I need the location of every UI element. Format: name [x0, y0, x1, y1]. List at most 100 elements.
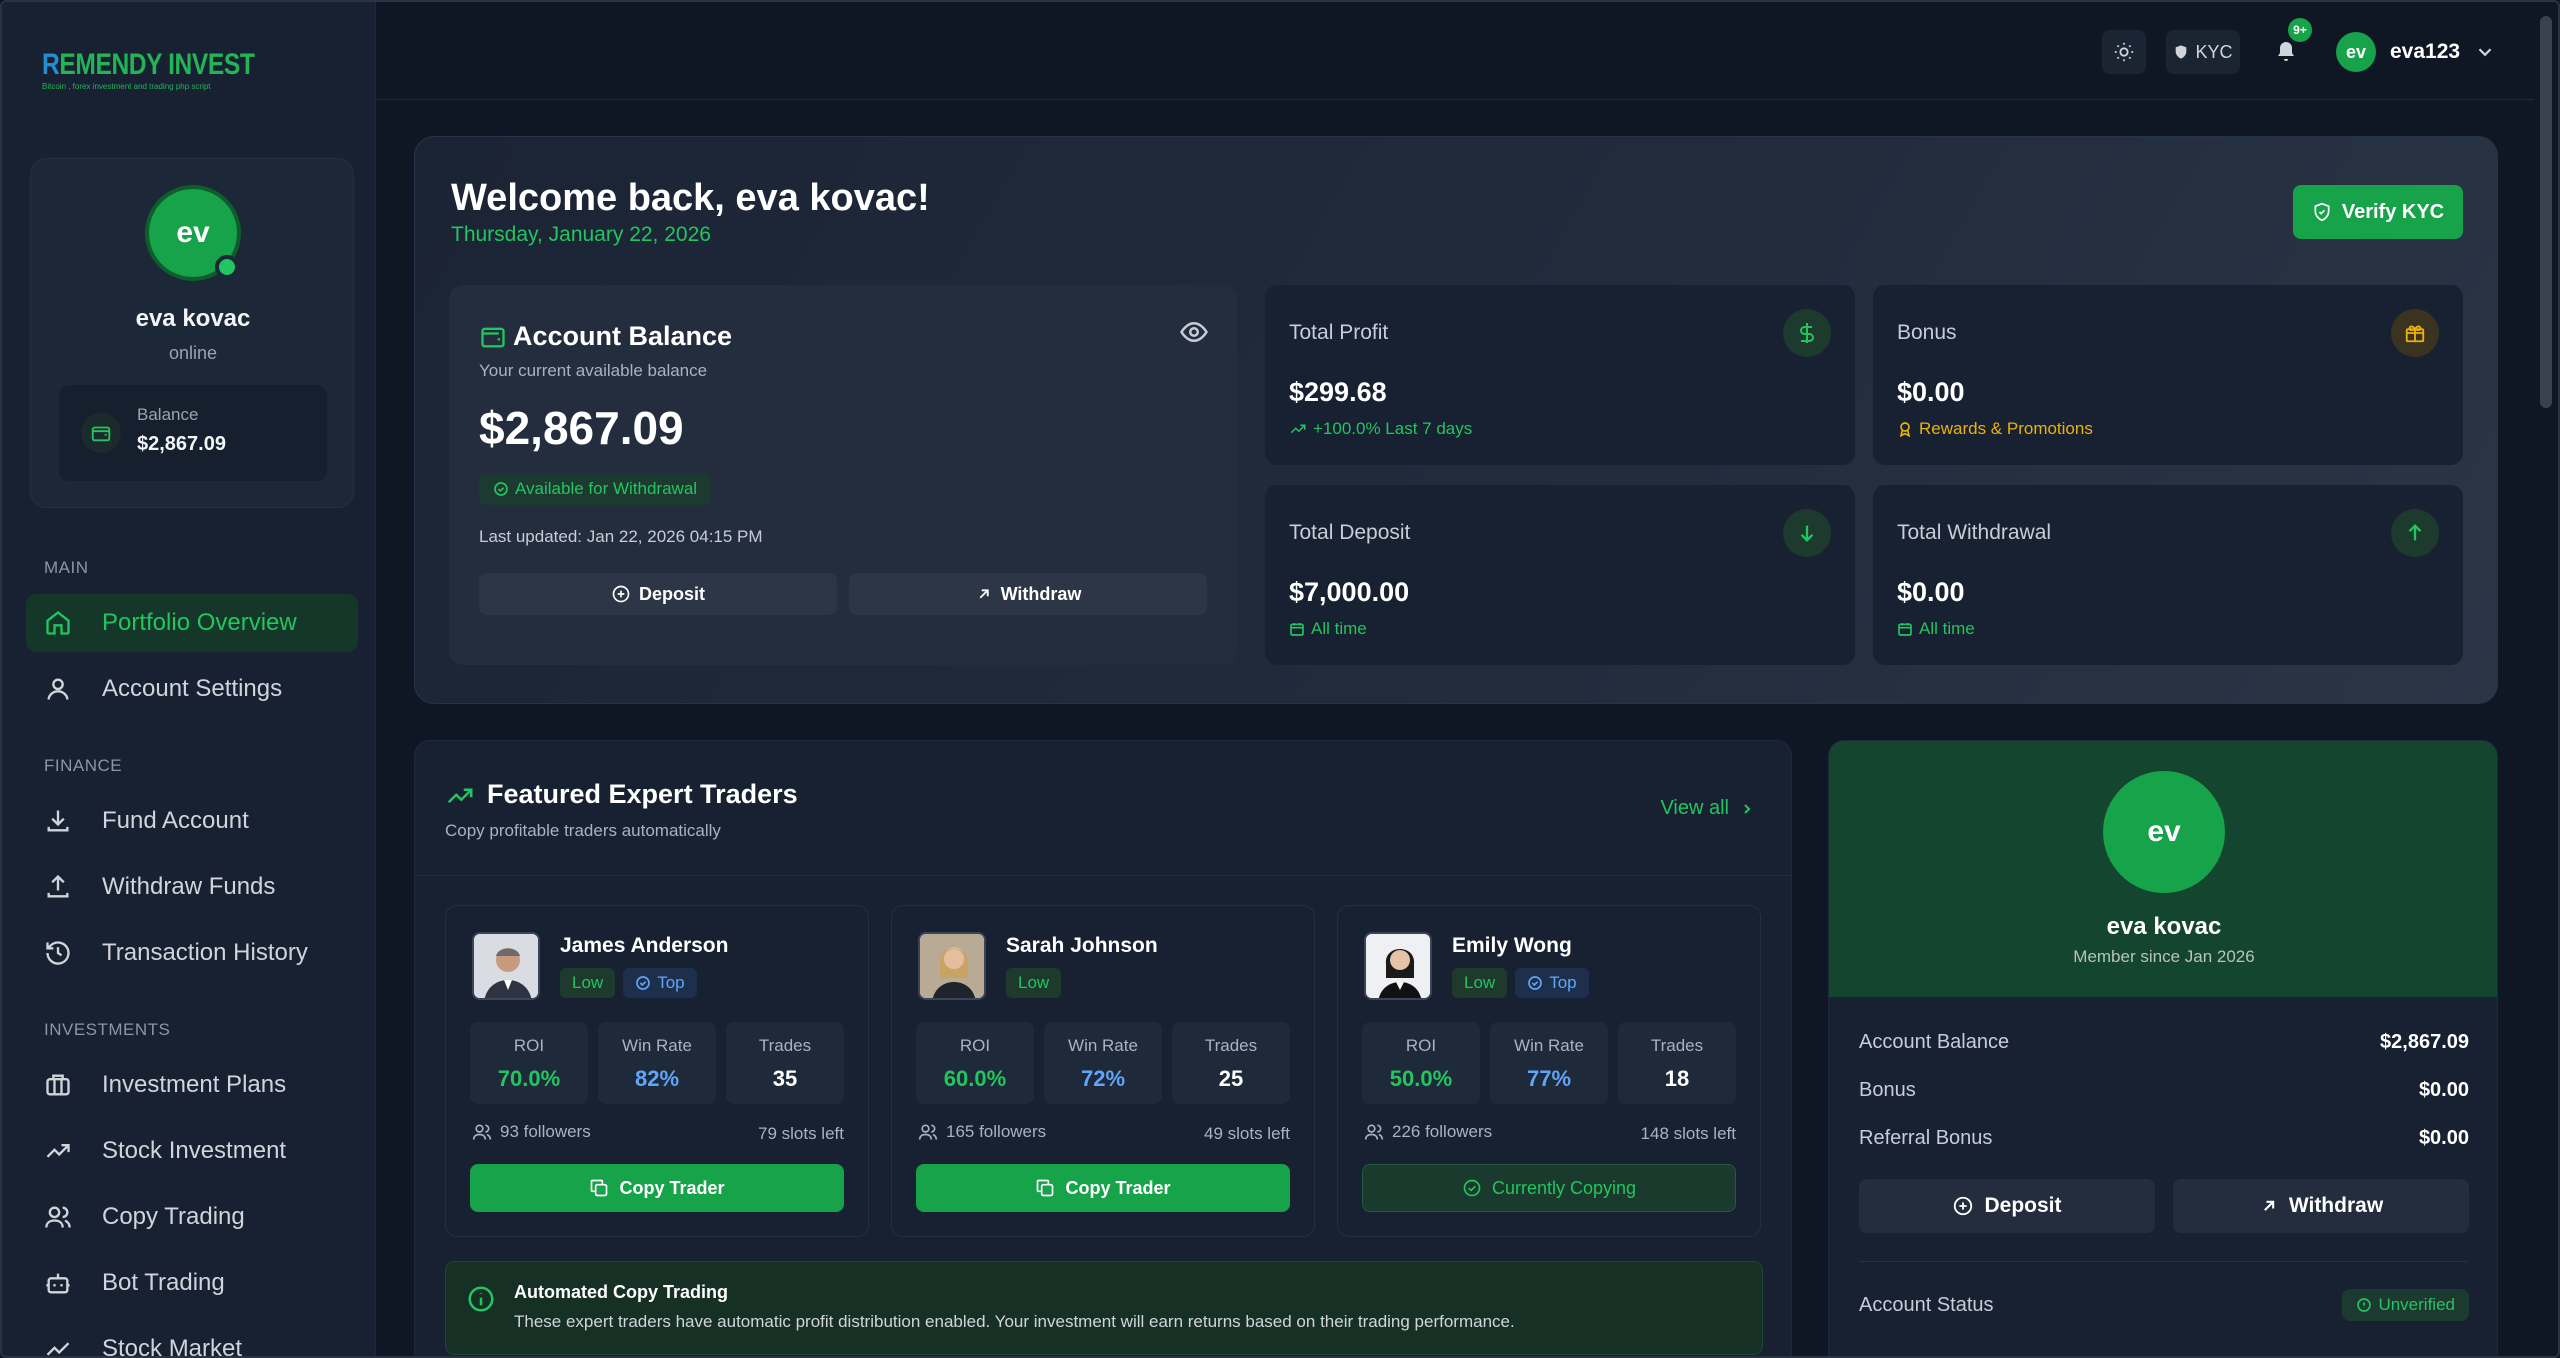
balance-value: $2,867.09: [137, 433, 226, 455]
trader-photo: [918, 932, 986, 1000]
view-all-link[interactable]: View all: [1660, 797, 1755, 820]
slots-left: 148 slots left: [1640, 1124, 1736, 1143]
deposit-label: Deposit: [1984, 1194, 2062, 1217]
copy-trader-button[interactable]: Copy Trader: [470, 1164, 844, 1212]
status-badge: Available for Withdrawal: [479, 473, 712, 505]
info-icon: [466, 1284, 496, 1314]
sidebar-item-stock-market[interactable]: Stock Market: [26, 1320, 358, 1356]
sidebar-item-copy-trading[interactable]: Copy Trading: [26, 1188, 358, 1246]
stat-sub: Rewards & Promotions: [1897, 419, 2093, 439]
user-icon: [44, 675, 80, 703]
metric-roi: ROI 70.0%: [470, 1022, 588, 1104]
stat-value: $0.00: [1897, 577, 1965, 607]
users-icon: [1364, 1124, 1384, 1140]
sidebar-item-transaction-history[interactable]: Transaction History: [26, 924, 358, 982]
stat-total-deposit: Total Deposit $7,000.00 All time: [1265, 485, 1855, 665]
copy-trader-button[interactable]: Copy Trader: [916, 1164, 1290, 1212]
trader-card: Sarah Johnson Low ROI 60.0% Win Rate 72% T…: [891, 905, 1315, 1237]
metric-value: 25: [1218, 1066, 1244, 1091]
metric-trades: Trades 18: [1618, 1022, 1736, 1104]
trader-name: James Anderson: [560, 934, 729, 957]
followers-label: 165 followers: [946, 1122, 1047, 1141]
trending-up-icon: [44, 1137, 80, 1165]
withdraw-button[interactable]: Withdraw: [2173, 1179, 2469, 1233]
trader-card: Emily Wong Low Top ROI 50.0% Win Rate 77% …: [1337, 905, 1761, 1237]
stat-label: Total Withdrawal: [1897, 521, 2052, 544]
view-all-label: View all: [1660, 797, 1729, 819]
stat-value: $0.00: [1897, 377, 1965, 407]
trader-photo: [1364, 932, 1432, 1000]
trending-up-icon: [1289, 420, 1307, 438]
sun-icon: [2113, 41, 2135, 63]
sidebar-balance: Balance $2,867.09: [59, 385, 327, 481]
account-balance-title: Account Balance: [513, 321, 733, 351]
metric-value: 60.0%: [943, 1066, 1007, 1091]
metric-value: 35: [772, 1066, 798, 1091]
shield-icon: [2173, 44, 2189, 60]
dollar-icon: [1783, 309, 1831, 357]
copy-trader-label: Copy Trader: [1065, 1177, 1171, 1198]
sidebar-item-label: Fund Account: [102, 807, 249, 834]
nav-section-main: MAIN: [44, 558, 89, 577]
upload-icon: [44, 873, 80, 901]
chevron-down-icon: [2474, 41, 2496, 63]
sidebar-item-account-settings[interactable]: Account Settings: [26, 660, 358, 718]
notification-count-badge: 9+: [2288, 18, 2312, 42]
slots-left: 79 slots left: [758, 1124, 844, 1143]
row-value: $0.00: [2418, 1127, 2469, 1149]
sidebar-item-portfolio-overview[interactable]: Portfolio Overview: [26, 594, 358, 652]
currently-copying-button[interactable]: Currently Copying: [1362, 1164, 1736, 1212]
check-circle-icon: [1463, 1179, 1481, 1197]
kyc-button[interactable]: KYC: [2166, 30, 2240, 74]
bot-icon: [44, 1269, 80, 1297]
trader-photo: [472, 932, 540, 1000]
metric-win-rate: Win Rate 77%: [1490, 1022, 1608, 1104]
row-label: Account Balance: [1859, 1031, 2010, 1053]
deposit-button[interactable]: Deposit: [479, 573, 837, 615]
status-label: Unverified: [2378, 1295, 2455, 1314]
summary-row-referral-bonus: Referral Bonus $0.00: [1859, 1127, 2469, 1150]
sidebar-item-label: Portfolio Overview: [102, 609, 297, 636]
verify-kyc-label: Verify KYC: [2341, 200, 2445, 223]
row-label: Referral Bonus: [1859, 1127, 1993, 1149]
sidebar-item-withdraw-funds[interactable]: Withdraw Funds: [26, 858, 358, 916]
account-balance-subtitle: Your current available balance: [479, 361, 708, 380]
nav-section-investments: INVESTMENTS: [44, 1020, 171, 1039]
metric-roi: ROI 60.0%: [916, 1022, 1034, 1104]
sidebar-item-label: Bot Trading: [102, 1269, 225, 1296]
profile-status: online: [168, 343, 218, 363]
metric-trades: Trades 35: [726, 1022, 844, 1104]
sidebar-item-bot-trading[interactable]: Bot Trading: [26, 1254, 358, 1312]
stat-bonus: Bonus $0.00 Rewards & Promotions: [1873, 285, 2463, 465]
user-menu[interactable]: ev eva123: [2336, 30, 2496, 74]
last-updated: Last updated: Jan 22, 2026 04:15 PM: [479, 527, 763, 546]
sidebar-item-fund-account[interactable]: Fund Account: [26, 792, 358, 850]
deposit-button[interactable]: Deposit: [1859, 1179, 2155, 1233]
metric-value: 50.0%: [1389, 1066, 1453, 1091]
sidebar-item-investment-plans[interactable]: Investment Plans: [26, 1056, 358, 1114]
arrow-down-icon: [1783, 509, 1831, 557]
sidebar-item-label: Account Settings: [102, 675, 283, 702]
top-label: Top: [657, 973, 685, 992]
withdraw-button[interactable]: Withdraw: [849, 573, 1207, 615]
sidebar-item-stock-investment[interactable]: Stock Investment: [26, 1122, 358, 1180]
username: eva123: [2390, 40, 2461, 63]
metric-roi: ROI 50.0%: [1362, 1022, 1480, 1104]
arrow-up-right-icon: [2263, 1200, 2275, 1211]
brand-logo[interactable]: REMENDY INVEST Bitcoin , forex investmen…: [42, 50, 255, 100]
verify-kyc-button[interactable]: Verify KYC: [2293, 185, 2463, 239]
scrollbar-thumb[interactable]: [2540, 16, 2552, 408]
withdraw-label: Withdraw: [1000, 583, 1082, 604]
section-title: Featured Expert Traders: [487, 779, 798, 809]
wallet-icon: [479, 323, 507, 351]
scrollbar[interactable]: [2534, 2, 2558, 1356]
history-icon: [44, 939, 80, 967]
sidebar: REMENDY INVEST Bitcoin , forex investmen…: [2, 2, 376, 1356]
stat-label: Bonus: [1897, 321, 1957, 344]
stat-total-withdrawal: Total Withdrawal $0.00 All time: [1873, 485, 2463, 665]
theme-toggle-button[interactable]: [2102, 30, 2146, 74]
users-icon: [44, 1203, 80, 1231]
eye-icon[interactable]: [1179, 317, 1209, 347]
stat-label: Total Deposit: [1289, 521, 1411, 544]
stat-sub-text: All time: [1311, 619, 1367, 638]
